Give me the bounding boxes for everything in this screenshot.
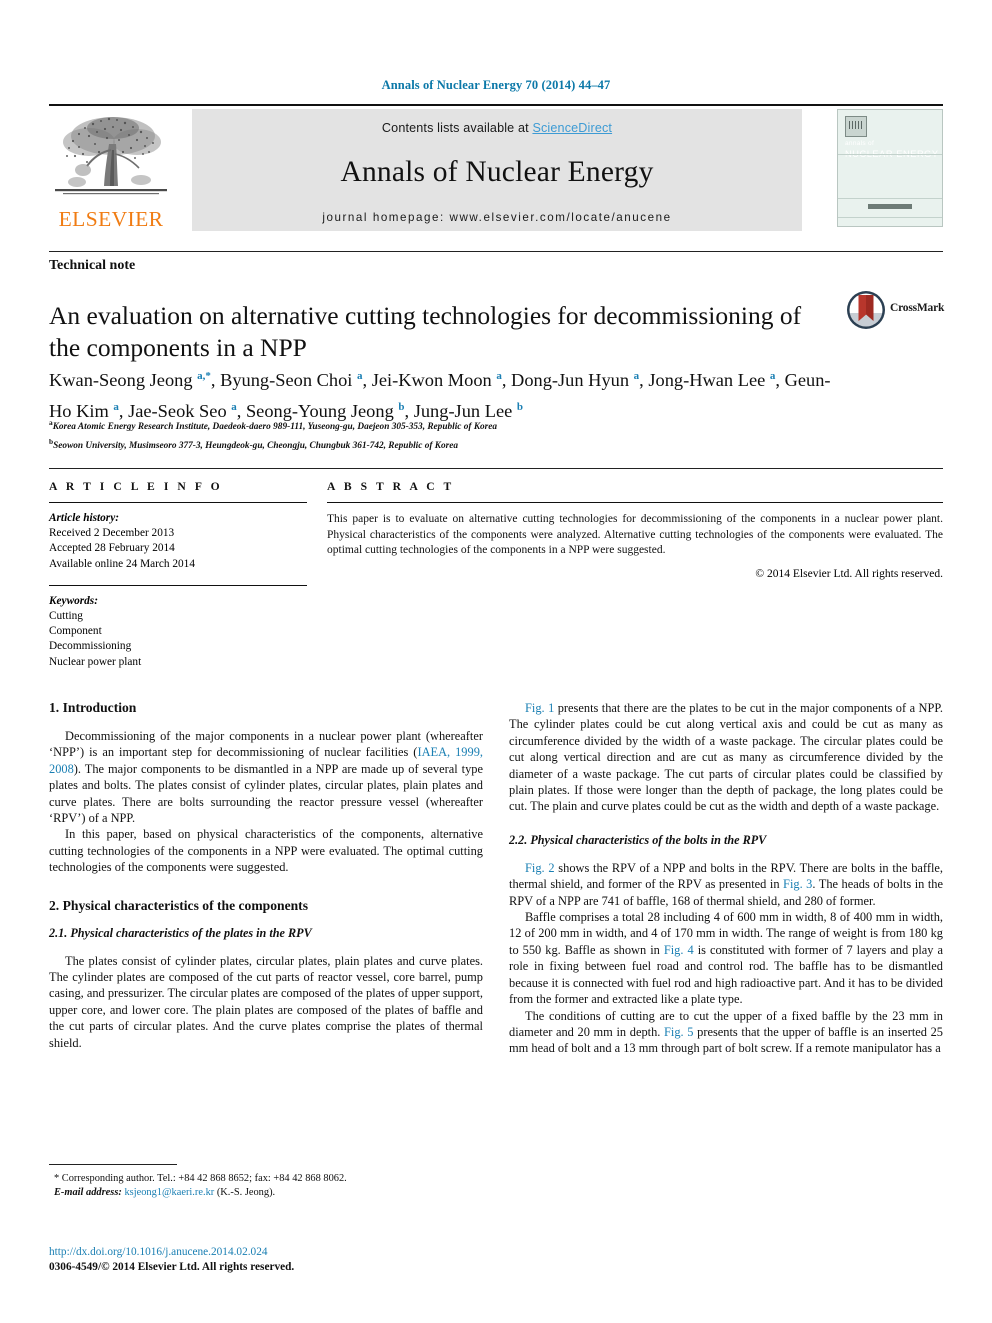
- journal-article-page: Annals of Nuclear Energy 70 (2014) 44–47: [0, 0, 992, 1323]
- journal-title: Annals of Nuclear Energy: [340, 156, 654, 188]
- paragraph-intro-2: In this paper, based on physical charact…: [49, 827, 483, 875]
- journal-masthead: ELSEVIER Contents lists available at Sci…: [49, 104, 943, 234]
- affiliation-list: aKorea Atomic Energy Research Institute,…: [49, 416, 849, 453]
- cover-annals-of-label: annals of: [845, 140, 875, 147]
- keywords-label: Keywords:: [49, 594, 98, 607]
- journal-banner: Contents lists available at ScienceDirec…: [192, 109, 802, 231]
- body-column-right: Fig. 1 presents that there are the plate…: [509, 700, 943, 1057]
- elsevier-logo: ELSEVIER: [49, 110, 173, 232]
- subsection-heading-plates: 2.1. Physical characteristics of the pla…: [49, 925, 312, 940]
- contents-prefix: Contents lists available at: [381, 121, 533, 135]
- article-info-heading: A R T I C L E I N F O: [49, 480, 223, 493]
- affiliation-item: bSeowon University, Musimseoro 377-3, He…: [49, 436, 459, 451]
- cover-photo-icon: [845, 116, 867, 137]
- footnote-rule: [49, 1164, 177, 1165]
- email-note: E-mail address: ksjeong1@kaeri.re.kr (K.…: [49, 1186, 483, 1200]
- figure-link-fig4[interactable]: Fig. 4: [664, 943, 694, 957]
- issn-copyright-line: 0306-4549/© 2014 Elsevier Ltd. All right…: [49, 1261, 295, 1274]
- paragraph-intro-1: Decommissioning of the major components …: [49, 728, 483, 826]
- history-item: Received 2 December 2013: [49, 527, 175, 540]
- paragraph-bolts-3: The conditions of cutting are to cut the…: [509, 1008, 943, 1057]
- keyword-item: Decommissioning: [49, 640, 132, 653]
- section-heading-introduction: 1. Introduction: [49, 700, 137, 715]
- journal-homepage-link[interactable]: journal homepage: www.elsevier.com/locat…: [192, 211, 802, 224]
- abstract-text: This paper is to evaluate on alternative…: [327, 513, 943, 557]
- history-item: Available online 24 March 2014: [49, 557, 195, 570]
- article-type-label: Technical note: [49, 258, 136, 273]
- crossmark-label: CrossMark: [890, 302, 945, 314]
- abstract-heading: A B S T R A C T: [327, 480, 455, 493]
- section-heading-physical-characteristics: 2. Physical characteristics of the compo…: [49, 897, 308, 913]
- body-column-left: 1. Introduction Decommissioning of the m…: [49, 700, 483, 1051]
- abstract-divider: [327, 502, 943, 503]
- footnote-text: * Corresponding author. Tel.: +84 42 868…: [49, 1172, 483, 1201]
- doi-link[interactable]: http://dx.doi.org/10.1016/j.anucene.2014…: [49, 1245, 483, 1260]
- abstract-column: A B S T R A C T This paper is to evaluat…: [327, 480, 943, 580]
- history-item: Accepted 28 February 2014: [49, 542, 175, 555]
- info-section-rule: [49, 468, 943, 469]
- keyword-item: Cutting: [49, 610, 83, 623]
- contents-available-line: Contents lists available at ScienceDirec…: [192, 121, 802, 135]
- cover-divider: [838, 217, 942, 218]
- sciencedirect-link[interactable]: ScienceDirect: [532, 121, 612, 135]
- paragraph-fig1: Fig. 1 presents that there are the plate…: [509, 700, 943, 815]
- crossmark-badge[interactable]: CrossMark: [846, 290, 944, 332]
- keywords-divider: [49, 584, 307, 586]
- elsevier-wordmark: ELSEVIER: [58, 207, 164, 231]
- affiliation-item: aKorea Atomic Energy Research Institute,…: [49, 418, 498, 433]
- figure-link-fig1[interactable]: Fig. 1: [525, 701, 554, 715]
- article-info-column: A R T I C L E I N F O Article history: R…: [49, 480, 307, 670]
- email-owner: (K.-S. Jeong).: [214, 1187, 276, 1199]
- paragraph-text: ). The major components to be dismantled…: [49, 761, 483, 826]
- keyword-item: Nuclear power plant: [49, 655, 142, 668]
- cover-divider: [838, 198, 942, 199]
- article-head-rule: [49, 251, 943, 252]
- email-label: E-mail address:: [54, 1187, 122, 1199]
- article-history-label: Article history:: [49, 512, 119, 524]
- figure-link-fig5[interactable]: Fig. 5: [664, 1025, 693, 1039]
- paragraph-plates: The plates consist of cylinder plates, c…: [49, 953, 483, 1050]
- cover-footer-mark: [838, 202, 942, 211]
- figure-link-fig3[interactable]: Fig. 3: [783, 877, 812, 891]
- subsection-heading-bolts: 2.2. Physical characteristics of the bol…: [509, 832, 767, 847]
- journal-cover-thumbnail[interactable]: annals of NUCLEAR ENERGY: [837, 109, 943, 227]
- article-info-divider: [49, 502, 307, 503]
- running-head: Annals of Nuclear Energy 70 (2014) 44–47: [381, 78, 611, 92]
- email-link[interactable]: ksjeong1@kaeri.re.kr: [124, 1187, 214, 1198]
- crossmark-icon: [847, 291, 885, 329]
- keywords-block: Keywords: Cutting Component Decommission…: [49, 594, 307, 670]
- paragraph-text: presents that there are the plates to be…: [509, 701, 943, 814]
- keyword-item: Component: [49, 625, 102, 638]
- abstract-copyright: © 2014 Elsevier Ltd. All rights reserved…: [755, 567, 943, 580]
- corresponding-author-note: * Corresponding author. Tel.: +84 42 868…: [54, 1173, 347, 1184]
- cover-divider: [838, 154, 942, 155]
- figure-link-fig2[interactable]: Fig. 2: [525, 861, 555, 875]
- page-title: An evaluation on alternative cutting tec…: [49, 301, 802, 363]
- paragraph-bolts-1: Fig. 2 shows the RPV of a NPP and bolts …: [509, 860, 943, 909]
- elsevier-tree-icon: [55, 117, 167, 195]
- footnote-block: * Corresponding author. Tel.: +84 42 868…: [49, 1164, 483, 1201]
- article-history: Article history: Received 2 December 201…: [49, 511, 307, 572]
- paragraph-bolts-2: Baffle comprises a total 28 including 4 …: [509, 909, 943, 1007]
- footer-block: http://dx.doi.org/10.1016/j.anucene.2014…: [49, 1245, 483, 1276]
